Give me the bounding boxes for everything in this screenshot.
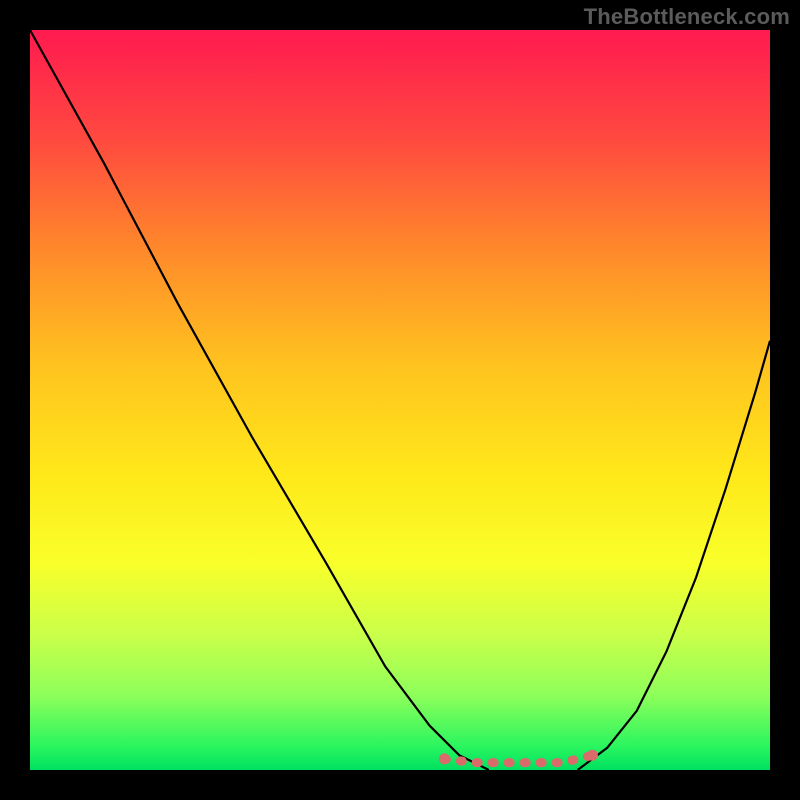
watermark-text: TheBottleneck.com bbox=[584, 4, 790, 30]
left-curve bbox=[30, 30, 489, 770]
chart-frame: TheBottleneck.com bbox=[0, 0, 800, 800]
plot-area bbox=[30, 30, 770, 770]
highlight-end-right bbox=[587, 750, 598, 761]
highlight-end-left bbox=[439, 753, 450, 764]
right-curve bbox=[578, 341, 770, 770]
chart-svg bbox=[30, 30, 770, 770]
